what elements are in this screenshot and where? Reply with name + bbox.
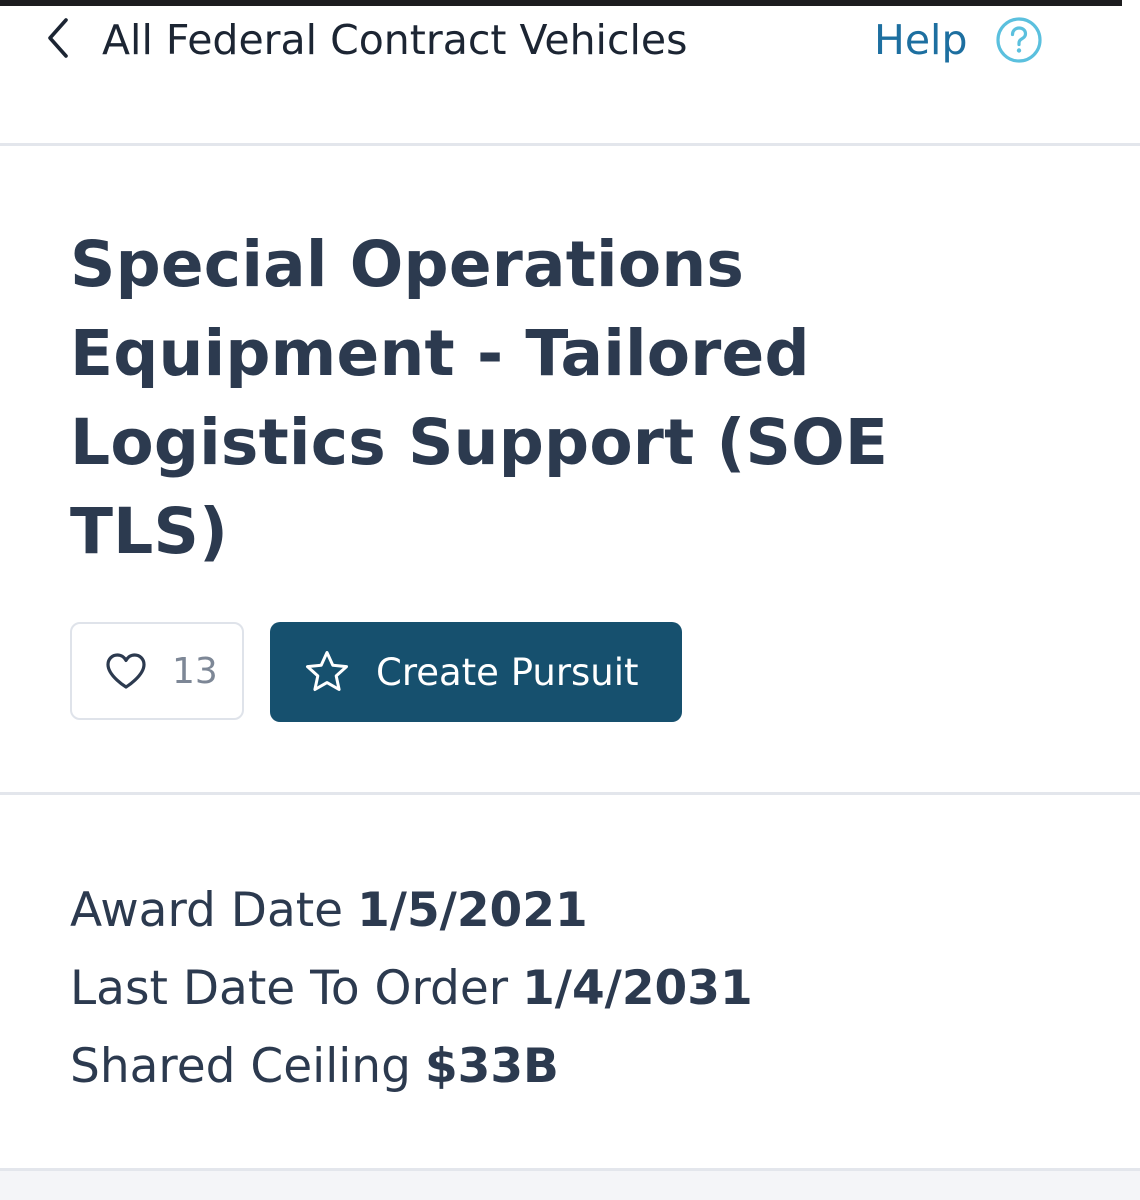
bottom-strip xyxy=(0,1171,1140,1200)
last-date-to-order-row: Last Date To Order 1/4/2031 xyxy=(70,950,753,1028)
contract-details: Award Date 1/5/2021 Last Date To Order 1/4… xyxy=(70,872,753,1106)
award-date-value: 1/5/2021 xyxy=(357,883,588,938)
help-label: Help xyxy=(874,16,968,64)
help-link[interactable]: Help xyxy=(874,14,1043,66)
like-count: 13 xyxy=(172,650,218,692)
chevron-left-icon xyxy=(44,16,72,64)
section-divider xyxy=(0,792,1140,795)
award-date-label: Award Date xyxy=(70,883,344,938)
navigation-header: All Federal Contract Vehicles Help xyxy=(0,6,1140,144)
award-date-row: Award Date 1/5/2021 xyxy=(70,872,753,950)
create-pursuit-label: Create Pursuit xyxy=(376,650,639,694)
header-title[interactable]: All Federal Contract Vehicles xyxy=(102,14,687,66)
shared-ceiling-value: $33B xyxy=(424,1039,559,1094)
heart-icon xyxy=(104,651,148,691)
create-pursuit-button[interactable]: Create Pursuit xyxy=(270,622,682,722)
last-date-to-order-label: Last Date To Order xyxy=(70,961,509,1016)
like-button[interactable]: 13 xyxy=(70,622,244,720)
question-circle-icon[interactable] xyxy=(995,16,1043,64)
shared-ceiling-row: Shared Ceiling $33B xyxy=(70,1028,753,1106)
shared-ceiling-label: Shared Ceiling xyxy=(70,1039,411,1094)
star-icon xyxy=(304,649,350,695)
last-date-to-order-value: 1/4/2031 xyxy=(522,961,753,1016)
page-title: Special Operations Equipment - Tailored … xyxy=(70,228,889,568)
header-divider xyxy=(0,143,1140,146)
back-button[interactable] xyxy=(36,16,80,64)
